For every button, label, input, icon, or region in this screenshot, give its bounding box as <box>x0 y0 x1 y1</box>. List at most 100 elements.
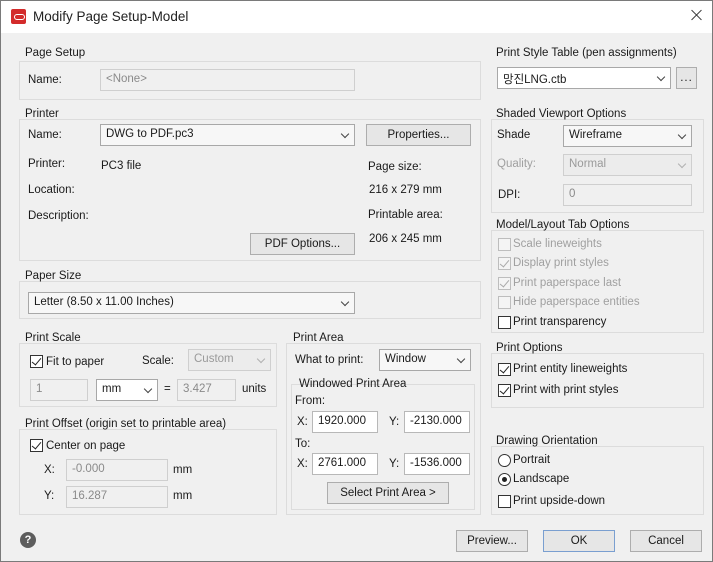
printable-area-label: Printable area: <box>368 209 443 221</box>
print-paperspace-last-label: Print paperspace last <box>513 277 622 289</box>
printer-name-dropdown[interactable]: DWG to PDF.pc3 <box>100 124 355 146</box>
paper-size-value: Letter (8.50 x 11.00 Inches) <box>34 296 174 308</box>
drawing-orientation-group-label: Drawing Orientation <box>496 435 598 447</box>
quality-dropdown[interactable]: Normal <box>563 154 692 176</box>
dpi-label: DPI: <box>498 189 521 201</box>
chevron-down-icon <box>143 384 153 394</box>
portrait-label: Portrait <box>513 454 551 466</box>
scale-unit-value: mm <box>102 383 122 395</box>
printer-description-label: Description: <box>28 210 89 222</box>
what-to-print-dropdown[interactable]: Window <box>379 349 471 371</box>
print-options-group-label: Print Options <box>496 342 563 354</box>
printer-location-label: Location: <box>28 184 75 196</box>
cancel-button[interactable]: Cancel <box>630 530 702 552</box>
shaded-viewport-group-label: Shaded Viewport Options <box>496 108 627 120</box>
offset-y-label: Y: <box>44 490 55 502</box>
from-x-label: X: <box>297 416 308 428</box>
print-style-table-dropdown[interactable]: 망진LNG.ctb <box>497 67 671 89</box>
scale-lineweights-label: Scale lineweights <box>513 238 602 250</box>
shade-label: Shade <box>497 129 531 141</box>
center-on-page-label: Center on page <box>46 440 126 452</box>
print-entity-lineweights-checkbox[interactable] <box>498 363 511 376</box>
fit-to-paper-checkbox[interactable] <box>30 355 43 368</box>
print-with-print-styles-checkbox[interactable] <box>498 384 511 397</box>
page-setup-name-label: Name: <box>28 74 62 86</box>
print-upside-down-checkbox[interactable] <box>498 495 511 508</box>
shade-value: Wireframe <box>569 129 623 141</box>
page-size-value: 216 x 279 mm <box>369 184 442 196</box>
chevron-down-icon <box>677 159 687 169</box>
printer-name-label: Name: <box>28 129 62 141</box>
landscape-label: Landscape <box>513 473 570 485</box>
print-scale-group-label: Print Scale <box>25 332 81 344</box>
display-print-styles-checkbox[interactable] <box>498 257 511 270</box>
ok-button[interactable]: OK <box>543 530 615 552</box>
to-y-label: Y: <box>389 458 400 470</box>
scale-lineweights-checkbox[interactable] <box>498 238 511 251</box>
offset-x-label: X: <box>44 464 55 476</box>
chevron-down-icon <box>656 72 666 82</box>
printer-group-label: Printer <box>25 108 59 120</box>
scale-value-a-field: 1 <box>30 379 88 401</box>
offset-x-unit: mm <box>173 464 193 476</box>
what-to-print-label: What to print: <box>295 354 364 366</box>
modify-page-setup-dialog: Modify Page Setup-Model Page Setup Name:… <box>0 0 713 562</box>
from-y-field[interactable]: -2130.000 <box>404 411 470 433</box>
print-paperspace-last-checkbox[interactable] <box>498 277 511 290</box>
print-style-table-group-label: Print Style Table (pen assignments) <box>496 47 677 59</box>
print-transparency-checkbox[interactable] <box>498 316 511 329</box>
scale-unit-dropdown[interactable]: mm <box>96 379 158 401</box>
center-on-page-checkbox[interactable] <box>30 439 43 452</box>
paper-size-dropdown[interactable]: Letter (8.50 x 11.00 Inches) <box>28 292 355 314</box>
scale-value: Custom <box>194 353 234 365</box>
shade-dropdown[interactable]: Wireframe <box>563 125 692 147</box>
printer-type-label: Printer: <box>28 158 66 170</box>
portrait-radio[interactable] <box>498 454 511 467</box>
preview-button[interactable]: Preview... <box>456 530 528 552</box>
page-size-label: Page size: <box>368 161 422 173</box>
print-entity-lineweights-label: Print entity lineweights <box>513 363 628 375</box>
quality-value: Normal <box>569 158 607 170</box>
offset-y-field: 16.287 <box>66 486 168 508</box>
properties-button[interactable]: Properties... <box>366 124 471 146</box>
pdf-options-button[interactable]: PDF Options... <box>250 233 355 255</box>
scale-equals: = <box>164 383 171 395</box>
to-x-field[interactable]: 2761.000 <box>312 453 378 475</box>
what-to-print-value: Window <box>385 353 426 365</box>
scale-dropdown[interactable]: Custom <box>188 349 271 371</box>
from-y-label: Y: <box>389 416 400 428</box>
offset-x-field: -0.000 <box>66 459 168 481</box>
chevron-down-icon <box>256 354 266 364</box>
chevron-down-icon <box>340 297 350 307</box>
print-upside-down-label: Print upside-down <box>513 495 606 507</box>
to-x-label: X: <box>297 458 308 470</box>
quality-label: Quality: <box>497 158 536 170</box>
page-setup-group-label: Page Setup <box>25 47 86 59</box>
title-bar: Modify Page Setup-Model <box>1 1 712 33</box>
to-y-field[interactable]: -1536.000 <box>404 453 470 475</box>
close-icon[interactable] <box>687 6 707 26</box>
print-area-group-label: Print Area <box>293 332 344 344</box>
print-transparency-label: Print transparency <box>513 316 607 328</box>
print-style-table-value: 망진LNG.ctb <box>503 74 567 86</box>
landscape-radio[interactable] <box>498 473 511 486</box>
offset-y-unit: mm <box>173 490 193 502</box>
paper-size-group-label: Paper Size <box>25 270 82 282</box>
app-logo-icon <box>11 9 26 24</box>
scale-units-label: units <box>242 383 267 395</box>
chevron-down-icon <box>456 354 466 364</box>
print-with-print-styles-label: Print with print styles <box>513 384 619 396</box>
select-print-area-button[interactable]: Select Print Area > <box>327 482 449 504</box>
fit-to-paper-label: Fit to paper <box>46 356 105 368</box>
window-title: Modify Page Setup-Model <box>33 9 189 24</box>
dpi-field: 0 <box>563 184 692 206</box>
chevron-down-icon <box>677 130 687 140</box>
printer-type-value: PC3 file <box>101 160 142 172</box>
display-print-styles-label: Display print styles <box>513 257 609 269</box>
print-style-edit-button[interactable]: ... <box>676 67 697 89</box>
from-x-field[interactable]: 1920.000 <box>312 411 378 433</box>
to-label: To: <box>295 438 311 450</box>
help-icon[interactable]: ? <box>20 532 36 548</box>
hide-paperspace-entities-checkbox[interactable] <box>498 296 511 309</box>
printer-name-value: DWG to PDF.pc3 <box>106 128 194 140</box>
